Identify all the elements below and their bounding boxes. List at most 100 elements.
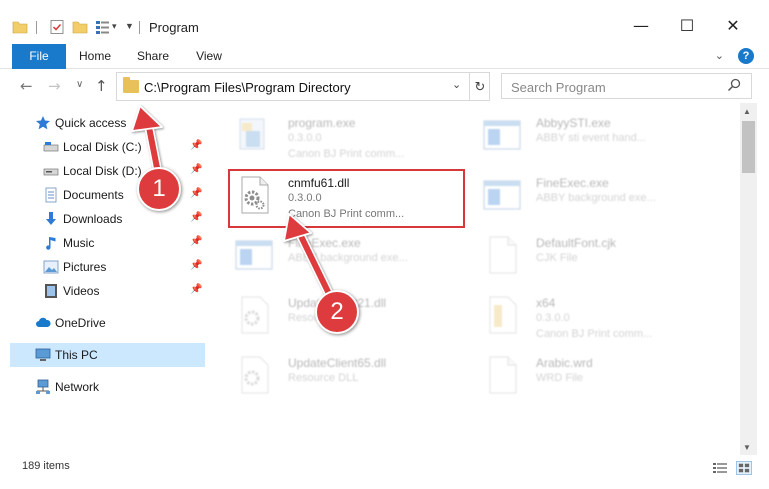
network-icon (36, 379, 50, 394)
minimize-button[interactable]: — (618, 10, 664, 40)
forward-arrow-icon[interactable]: → (48, 77, 61, 95)
sidebar-item-label: Downloads (63, 212, 123, 226)
chevron-down-icon[interactable]: ▾ (112, 21, 117, 32)
sidebar-item-music[interactable]: Music 📌 (10, 231, 205, 255)
expand-ribbon-icon[interactable]: ⌄ (715, 49, 724, 62)
folder-icon (123, 77, 139, 93)
file-name: x64 (536, 296, 556, 310)
file-item-updateclient65-dll[interactable]: UpdateClient65.dll Resource DLL (220, 347, 460, 405)
pin-icon[interactable]: 📌 (190, 260, 202, 271)
file-explorer-window: ▾ ▼ Program — ☐ ✕ File Home Share View ⌄… (0, 0, 769, 489)
recent-locations-chevron-icon[interactable]: ∨ (76, 79, 83, 90)
file-name: FineExec.exe (288, 236, 361, 250)
computer-icon (35, 348, 51, 361)
sidebar-item-downloads[interactable]: Downloads 📌 (10, 207, 205, 231)
ribbon: File Home Share View ⌄ ? (0, 44, 769, 102)
file-item-program-exe[interactable]: program.exe 0.3.0.0 Canon BJ Print comm.… (220, 107, 460, 165)
sidebar-item-videos[interactable]: Videos 📌 (10, 279, 205, 303)
file-description: Canon BJ Print comm... (536, 328, 653, 340)
file-name: DefaultFont.cjk (536, 236, 617, 250)
maximize-button[interactable]: ☐ (664, 10, 710, 40)
sidebar-item-label: Pictures (63, 260, 107, 274)
file-description: ABBY sti event hand... (536, 132, 646, 144)
item-count: 189 items (22, 460, 70, 472)
sidebar-item-label: Documents (63, 188, 124, 202)
tab-home[interactable]: Home (70, 44, 120, 68)
scroll-down-icon[interactable]: ▼ (743, 443, 751, 452)
file-description: ABBY background exe... (288, 252, 408, 264)
sidebar-item-quick-access[interactable]: Quick access (10, 111, 205, 135)
pin-icon[interactable]: 📌 (190, 212, 202, 223)
search-input[interactable]: Search Program (511, 80, 606, 95)
pictures-icon (43, 260, 59, 274)
scrollbar-thumb[interactable] (742, 121, 755, 173)
title-bar: ▾ ▼ Program — ☐ ✕ (0, 0, 769, 44)
sidebar-item-label: Music (63, 236, 95, 250)
sidebar-item-network[interactable]: Network (10, 375, 205, 399)
close-button[interactable]: ✕ (710, 10, 756, 40)
file-version: 0.3.0.0 (536, 312, 570, 324)
up-arrow-icon[interactable]: ↑ (95, 77, 108, 95)
file-item-abbyysti-exe[interactable]: AbbyySTI.exe ABBY sti event hand... (468, 107, 708, 165)
close-icon: ✕ (726, 15, 740, 35)
back-arrow-icon[interactable]: ← (20, 77, 33, 95)
pin-icon[interactable]: 📌 (190, 236, 202, 247)
cloud-icon (36, 317, 51, 327)
gear-file-icon (241, 356, 269, 394)
step-2-badge: 2 (315, 290, 359, 334)
refresh-icon[interactable]: ↻ (469, 73, 490, 100)
music-icon (46, 237, 56, 250)
file-name: UpdateClient65.dll (288, 356, 387, 370)
pin-icon[interactable]: 📌 (190, 140, 202, 151)
file-description: ABBY background exe... (536, 192, 656, 204)
window-icon (483, 120, 521, 150)
help-icon[interactable]: ? (738, 48, 754, 64)
sidebar-item-label: Local Disk (C:) (63, 140, 142, 154)
folder-file-icon (489, 296, 517, 334)
file-description: Canon BJ Print comm... (288, 148, 405, 160)
pin-icon[interactable]: 📌 (190, 188, 202, 199)
star-icon (36, 116, 50, 130)
vertical-scrollbar[interactable]: ▲ ▼ (740, 103, 757, 455)
sidebar-item-this-pc[interactable]: This PC (10, 343, 205, 367)
new-folder-icon[interactable] (72, 19, 88, 35)
window-icon (235, 240, 273, 270)
details-view-icon[interactable] (712, 461, 728, 475)
file-name: AbbyySTI.exe (536, 116, 611, 130)
address-path[interactable]: C:\Program Files\Program Directory (144, 80, 351, 95)
sidebar-item-pictures[interactable]: Pictures 📌 (10, 255, 205, 279)
sidebar-item-label: Videos (63, 284, 100, 298)
sidebar-item-label: Network (55, 380, 100, 394)
dropdown-arrow-icon[interactable]: ▼ (125, 21, 134, 31)
file-item-x64[interactable]: x64 0.3.0.0 Canon BJ Print comm... (468, 287, 708, 345)
tab-share[interactable]: Share (128, 44, 178, 68)
pin-icon[interactable]: 📌 (190, 164, 202, 175)
tiles-view-icon[interactable] (736, 461, 752, 475)
chevron-down-icon[interactable]: ⌄ (452, 78, 461, 91)
file-item-arabic-wrd[interactable]: Arabic.wrd WRD File (468, 347, 708, 405)
pin-icon[interactable]: 📌 (190, 284, 202, 295)
sidebar-item-onedrive[interactable]: OneDrive (10, 311, 205, 335)
address-bar[interactable]: C:\Program Files\Program Directory ⌄ ↻ (116, 72, 490, 101)
documents-icon (45, 187, 57, 203)
customize-toolbar-icon[interactable] (95, 19, 111, 35)
tab-view[interactable]: View (184, 44, 234, 68)
maximize-icon: ☐ (679, 15, 695, 35)
file-item-fineexec-exe[interactable]: FineExec.exe ABBY background exe... (468, 167, 708, 225)
drive-icon (43, 168, 59, 176)
properties-icon[interactable] (49, 19, 65, 35)
file-item-fineexec-exe-2[interactable]: FineExec.exe ABBY background exe... (220, 227, 460, 285)
sidebar-item-label: Local Disk (D:) (63, 164, 142, 178)
scroll-up-icon[interactable]: ▲ (743, 107, 751, 116)
file-description: Resource DLL (288, 372, 359, 384)
file-name: Arabic.wrd (536, 356, 593, 370)
search-box[interactable]: Search Program (501, 73, 752, 99)
file-list: program.exe 0.3.0.0 Canon BJ Print comm.… (210, 103, 740, 455)
file-name: program.exe (288, 116, 356, 130)
file-item-defaultfont-cjk[interactable]: DefaultFont.cjk CJK File (468, 227, 708, 285)
file-version: 0.3.0.0 (288, 132, 322, 144)
download-icon (46, 212, 56, 225)
videos-icon (45, 284, 57, 298)
search-icon[interactable] (727, 78, 741, 92)
sidebar-item-local-disk-c[interactable]: Local Disk (C:) 📌 (10, 135, 205, 159)
